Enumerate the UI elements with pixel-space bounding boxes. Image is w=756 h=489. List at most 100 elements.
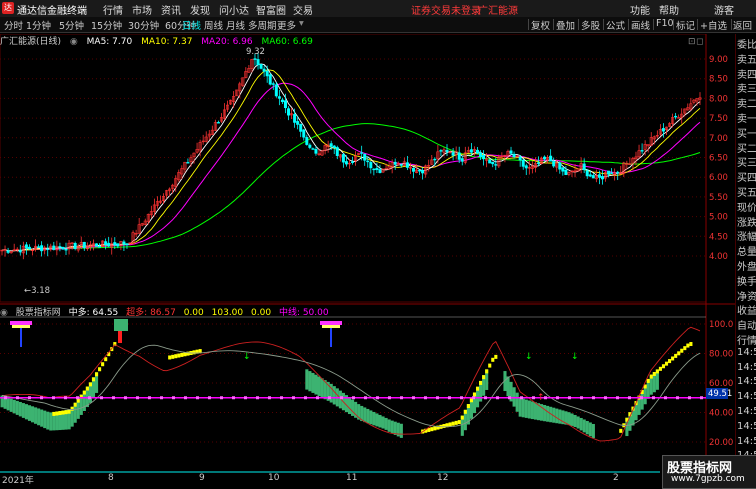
yellow-step: [180, 352, 184, 357]
menu-zhifuquan[interactable]: 智富圈: [256, 2, 286, 17]
midline-dot: [340, 396, 343, 400]
midline-dot: [688, 396, 691, 400]
band-bar: [332, 386, 336, 405]
indicator-tick-label: 40.00: [709, 409, 733, 419]
yellow-step: [451, 421, 455, 426]
overlay-button[interactable]: 叠加: [556, 18, 575, 32]
candle-body: [186, 162, 190, 164]
menu-help[interactable]: 帮助: [659, 2, 679, 17]
period-tab-more[interactable]: 更多: [277, 18, 296, 32]
midline-dot: [556, 396, 559, 400]
menu-functions[interactable]: 功能: [630, 2, 650, 17]
candle-body: [27, 246, 31, 250]
quote-field-label: 净资: [737, 291, 756, 303]
indicator-tick-label: 60.00: [709, 379, 733, 389]
band-bar: [506, 376, 510, 397]
quote-field-label: 换手: [737, 276, 756, 288]
watermark-url: www.7gpzb.com: [671, 474, 745, 484]
f10-button[interactable]: F10: [656, 18, 674, 29]
yellow-step: [661, 364, 666, 369]
menu-discover[interactable]: 发现: [190, 2, 210, 17]
multi-stock-button[interactable]: 多股: [581, 18, 600, 32]
candle-body: [283, 100, 287, 109]
band-bar: [533, 402, 538, 420]
yellow-step: [94, 372, 99, 377]
band-bar: [372, 411, 376, 426]
candle-body: [616, 171, 620, 174]
midline-dot: [100, 396, 103, 400]
candle-body: [661, 128, 665, 132]
date-label: 2: [613, 473, 619, 483]
add-favorite-button[interactable]: +自选: [700, 18, 727, 32]
settings-dot-icon-2[interactable]: ◉: [0, 308, 8, 318]
candle-body: [460, 158, 464, 162]
candle-body: [287, 108, 291, 116]
candle-body: [37, 246, 41, 248]
down-arrow-icon: ↓: [525, 352, 533, 362]
candle-body: [543, 156, 547, 160]
indicator-name[interactable]: 股票指标网: [16, 308, 61, 318]
quote-field-label: 买五: [737, 188, 756, 199]
midline-dot: [316, 396, 319, 400]
menu-news[interactable]: 资讯: [161, 2, 181, 17]
period-tab-5min[interactable]: 5分钟: [59, 18, 84, 32]
candle-body: [518, 156, 522, 161]
candle-body: [552, 161, 556, 167]
candle-body: [259, 63, 263, 69]
yellow-step: [479, 380, 483, 385]
formula-button[interactable]: 公式: [606, 18, 625, 32]
chart-area[interactable]: 9.00 8.50 8.00 7.50 7.00 6.50 6.00 5.50 5.00 4.50…: [0, 34, 735, 474]
candle-body: [113, 242, 117, 246]
candle-body: [418, 170, 422, 172]
close-icon[interactable]: ◻: [696, 37, 703, 47]
right-quote-panel[interactable]: 委比 卖五 卖四 卖三 卖二 卖一 买一 买二 买三 买四 买五 现价 涨跌 涨幅 总量 外盘 换手 净资 收益 自动…: [735, 34, 756, 487]
indicator-zhongduo: 中多: 64.55: [68, 308, 119, 318]
price-grid: [0, 58, 706, 257]
price-tick-label: 7.00: [709, 134, 728, 144]
indicator-tick-label: 20.00: [709, 438, 733, 448]
yellow-step: [671, 356, 675, 361]
period-tab-multi[interactable]: 多周期: [248, 18, 277, 32]
period-tab-1min[interactable]: 1分钟: [26, 18, 51, 32]
candle-body: [469, 149, 473, 153]
menu-market[interactable]: 市场: [132, 2, 152, 17]
midline-dot: [616, 396, 619, 400]
menu-trade[interactable]: 交易: [293, 2, 313, 17]
quote-field-label: 14:5: [737, 346, 756, 358]
period-tab-monthly[interactable]: 月线: [226, 18, 245, 32]
draw-line-button[interactable]: 画线: [631, 18, 650, 32]
band-bar: [579, 417, 583, 431]
candle-body: [674, 115, 678, 118]
midline-dot: [604, 396, 607, 400]
period-tab-daily[interactable]: 日线: [182, 18, 201, 32]
candle-body: [18, 249, 22, 253]
yellow-step: [466, 404, 470, 409]
yellow-step: [58, 411, 62, 416]
candle-body: [341, 154, 345, 163]
back-button[interactable]: 返回: [733, 18, 752, 32]
ma20-line-path: [1, 82, 701, 252]
fuquan-button[interactable]: 复权: [531, 18, 550, 32]
candle-body: [491, 161, 495, 165]
period-tab-30min[interactable]: 30分钟: [128, 18, 159, 32]
yellow-step: [442, 424, 446, 429]
up-arrow-icon: ↑: [537, 393, 545, 403]
yellow-step: [494, 354, 498, 359]
yellow-step: [61, 410, 65, 415]
band-bar: [311, 372, 315, 393]
midline-dot: [40, 396, 43, 400]
menu-wenxiaoda[interactable]: 问小达: [219, 2, 249, 17]
menu-guest[interactable]: 游客: [714, 2, 734, 17]
chevron-down-icon[interactable]: ▾: [299, 18, 304, 29]
band-bar: [347, 397, 352, 415]
band-bar: [384, 417, 388, 430]
period-tab-timeshare[interactable]: 分时: [4, 18, 23, 32]
period-tab-15min[interactable]: 15分钟: [91, 18, 122, 32]
midline-dot: [484, 396, 487, 400]
expand-icon[interactable]: ⊡: [688, 37, 696, 47]
menu-market-quotes[interactable]: 行情: [103, 2, 123, 17]
login-notice[interactable]: 证券交易未登录: [411, 2, 481, 17]
quote-field-label: 卖二: [737, 99, 756, 111]
period-tab-weekly[interactable]: 周线: [204, 18, 223, 32]
mark-button[interactable]: 标记: [676, 18, 695, 32]
